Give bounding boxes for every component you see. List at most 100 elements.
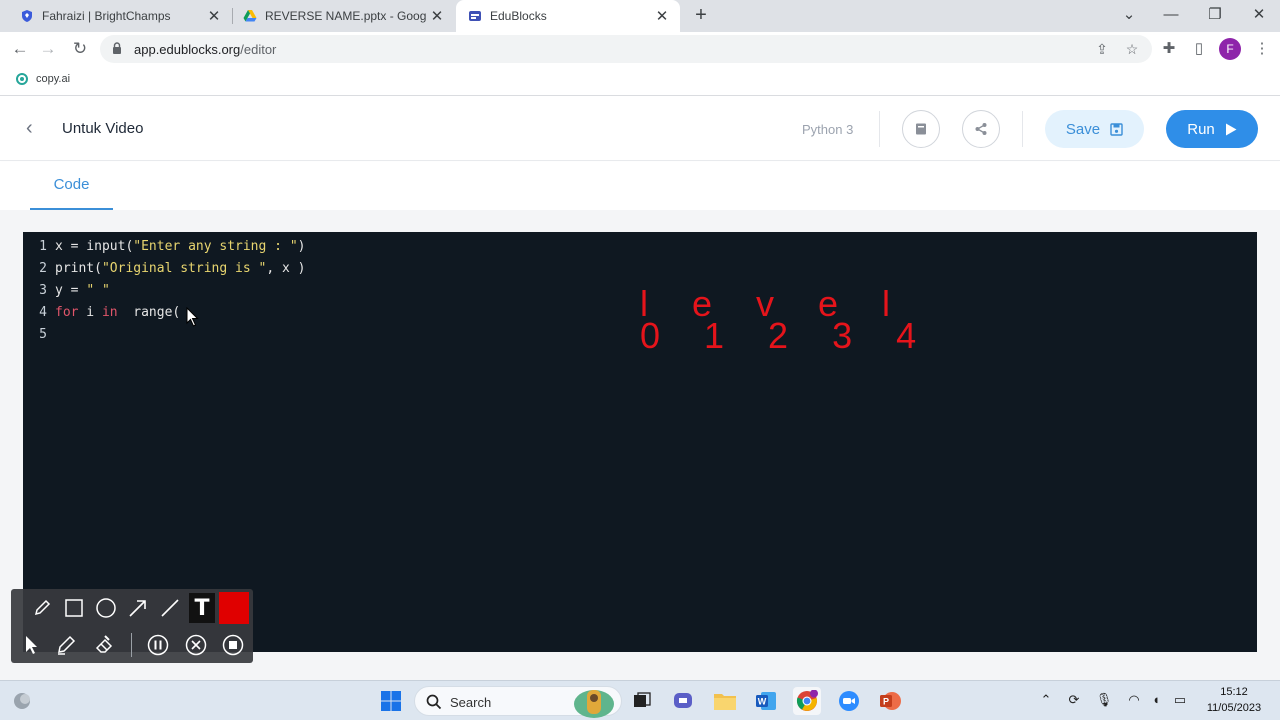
task-view-icon[interactable] — [628, 687, 656, 715]
save-label: Save — [1065, 120, 1101, 138]
new-tab-button[interactable]: + — [690, 4, 712, 26]
keyword-token: for — [55, 305, 79, 320]
play-icon — [1225, 123, 1237, 135]
string-token: "Original string is " — [101, 261, 267, 276]
sync-icon[interactable]: ⟳ — [1064, 690, 1084, 710]
battery-icon[interactable]: ▭ — [1170, 690, 1190, 710]
share-button[interactable] — [962, 110, 1000, 148]
browser-menu-icon[interactable]: ⋮ — [1250, 37, 1274, 61]
string-token: " " — [86, 283, 110, 298]
code-token: y = — [55, 283, 87, 298]
browser-tab-brightchamps[interactable]: Fahraizi | BrightChamps ✕ — [0, 0, 232, 32]
taskbar-clock[interactable]: 15:12 11/05/2023 — [1198, 684, 1270, 716]
line-number: 5 — [39, 327, 47, 342]
run-label: Run — [1187, 120, 1215, 138]
window-close-button[interactable]: ✕ — [1248, 4, 1270, 26]
code-token: print( — [55, 261, 102, 276]
code-line[interactable]: 2 print("Original string is ", x ) — [23, 258, 1257, 280]
google-drive-icon — [243, 10, 257, 22]
share-page-icon[interactable]: ⇪ — [1093, 40, 1111, 58]
url-path: /editor — [240, 42, 277, 57]
weather-widget-icon[interactable] — [8, 687, 36, 715]
editor-tabs: Code — [0, 162, 1280, 210]
clock-time: 15:12 — [1220, 686, 1248, 698]
files-button[interactable] — [902, 110, 940, 148]
highlighter-icon[interactable] — [53, 632, 79, 658]
code-text: x = input("Enter any string : ") — [55, 236, 305, 258]
back-arrow-icon[interactable]: ← — [8, 37, 32, 61]
pause-icon[interactable] — [145, 632, 171, 658]
tab-code[interactable]: Code — [30, 162, 113, 210]
divider — [879, 111, 880, 147]
pointer-icon[interactable] — [19, 632, 45, 658]
svg-text:W: W — [758, 697, 767, 707]
extensions-puzzle-icon[interactable]: ✚ — [1157, 37, 1181, 61]
tab-search-chevron-icon[interactable]: ⌄ — [1118, 4, 1140, 26]
string-token: "Enter any string : " — [133, 239, 298, 254]
bookmarks-bar: copy.ai — [0, 66, 1280, 96]
tab-title: EduBlocks — [490, 9, 547, 23]
browser-tab-edublocks[interactable]: EduBlocks ✕ — [456, 0, 680, 32]
floppy-disk-icon — [1110, 122, 1123, 136]
code-token: , x ) — [266, 261, 306, 276]
bookmark-copyai[interactable]: copy.ai — [16, 73, 70, 85]
restore-button[interactable]: ❐ — [1204, 4, 1226, 26]
code-line[interactable]: 1 x = input("Enter any string : ") — [23, 236, 1257, 258]
screen-annotation-toolbar: T — [11, 589, 253, 663]
file-explorer-icon[interactable] — [711, 687, 739, 715]
address-bar[interactable]: app.edublocks.org/editor ⇪ ☆ — [100, 35, 1152, 63]
reload-icon[interactable]: ↻ — [68, 37, 92, 61]
circle-icon[interactable] — [93, 595, 119, 621]
chrome-icon[interactable] — [793, 687, 821, 715]
copyai-icon — [16, 73, 28, 85]
windows-start-icon[interactable] — [377, 687, 405, 715]
close-icon[interactable]: ✕ — [427, 7, 447, 25]
text-icon[interactable]: T — [189, 593, 215, 623]
tray-overflow-chevron-icon[interactable]: ⌃ — [1036, 690, 1056, 710]
code-token: range( — [117, 305, 181, 320]
code-text: y = " " — [55, 280, 110, 302]
side-panel-icon[interactable]: ▯ — [1187, 37, 1211, 61]
bookmark-star-icon[interactable]: ☆ — [1123, 40, 1141, 58]
browser-toolbar: ← → ↻ app.edublocks.org/editor ⇪ ☆ ✚ ▯ F… — [0, 32, 1280, 66]
taskbar-search[interactable]: Search — [414, 686, 622, 718]
shield-icon — [22, 10, 32, 22]
divider — [1022, 111, 1023, 147]
teams-chat-icon[interactable] — [669, 687, 697, 715]
profile-avatar[interactable]: F — [1219, 38, 1241, 60]
wifi-icon[interactable]: ◠ — [1124, 690, 1144, 710]
eraser-icon[interactable] — [91, 632, 117, 658]
pencil-icon[interactable] — [29, 595, 55, 621]
rectangle-icon[interactable] — [61, 595, 87, 621]
tab-title: Fahraizi | BrightChamps — [42, 9, 171, 23]
browser-tab-google-drive[interactable]: REVERSE NAME.pptx - Google Dr ✕ — [233, 0, 455, 32]
close-icon[interactable]: ✕ — [204, 7, 224, 25]
cancel-icon[interactable] — [183, 632, 209, 658]
url-host: app.edublocks.org — [134, 42, 241, 57]
back-chevron-icon[interactable]: ‹ — [26, 117, 44, 139]
save-button[interactable]: Save — [1045, 110, 1144, 148]
language-label: Python 3 — [802, 122, 854, 137]
line-icon[interactable] — [157, 595, 183, 621]
microphone-icon[interactable]: 🎙 — [1094, 690, 1114, 710]
tab-title: REVERSE NAME.pptx - Google Dr — [265, 9, 427, 23]
line-number: 3 — [39, 283, 47, 298]
stop-icon[interactable] — [220, 632, 246, 658]
project-title[interactable]: Untuk Video — [62, 120, 143, 137]
powerpoint-icon[interactable]: P — [876, 687, 904, 715]
close-icon[interactable]: ✕ — [652, 7, 672, 25]
zoom-icon[interactable] — [835, 687, 863, 715]
edublocks-icon — [469, 11, 481, 21]
code-token: i — [78, 305, 102, 320]
arrow-icon[interactable] — [125, 595, 151, 621]
speaker-icon[interactable]: ◖ — [1146, 690, 1166, 710]
browser-tab-strip: Fahraizi | BrightChamps ✕ REVERSE NAME.p… — [0, 0, 1280, 32]
annotation-indices: 0 1 2 3 4 — [640, 315, 934, 356]
word-icon[interactable]: W — [752, 687, 780, 715]
minimize-button[interactable]: — — [1160, 4, 1182, 26]
color-swatch[interactable] — [219, 592, 249, 624]
forward-arrow-icon[interactable]: → — [36, 37, 60, 61]
lock-icon — [113, 42, 121, 54]
search-label: Search — [450, 695, 492, 710]
run-button[interactable]: Run — [1166, 110, 1258, 148]
